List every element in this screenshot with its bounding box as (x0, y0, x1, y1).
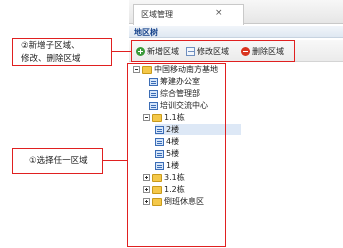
tab-title: 区域管理 (141, 10, 173, 19)
callout-text: 修改、删除区域 (21, 54, 81, 64)
callout-toolbar: ②新增子区域、 修改、删除区域 (12, 38, 112, 66)
tree-highlight-box (127, 63, 226, 247)
callout-arrow-line (112, 51, 131, 52)
panel-title: 地区树 (134, 28, 158, 37)
panel-header: 地区树 (129, 26, 343, 38)
callout-text: ①选择任一区域 (29, 156, 88, 166)
callout-tree: ①选择任一区域 (12, 148, 103, 174)
close-icon[interactable]: × (215, 8, 223, 18)
callout-arrow-line (103, 160, 127, 161)
tab-area-management[interactable]: 区域管理 × (133, 4, 244, 25)
callout-text: ②新增子区域、 (21, 41, 80, 51)
screenshot-stage: 区域管理 × 地区树 新增区域 修改区域 删除区域 中国移动南方基地 筹建办公室… (0, 0, 343, 248)
toolbar-highlight-box (131, 40, 295, 62)
tab-bar: 区域管理 × (129, 0, 343, 25)
